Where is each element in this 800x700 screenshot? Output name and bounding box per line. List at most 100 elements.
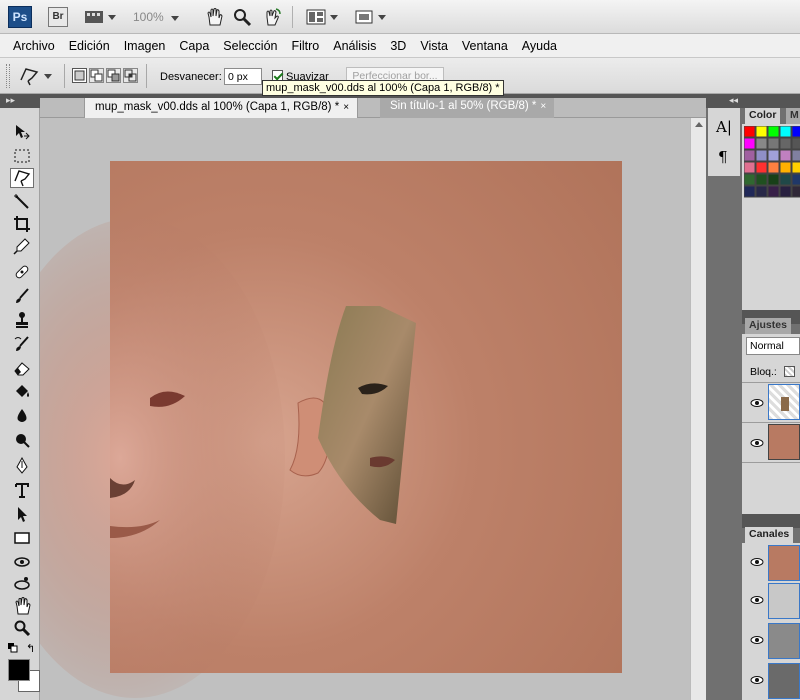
- menu-vista[interactable]: Vista: [413, 39, 455, 53]
- history-brush-tool[interactable]: [10, 334, 34, 354]
- menu-capa[interactable]: Capa: [172, 39, 216, 53]
- 3d-orbit-tool[interactable]: [10, 574, 34, 594]
- zoom-tool[interactable]: [10, 618, 34, 638]
- rotate-view-button[interactable]: [262, 6, 282, 28]
- channel-thumbnail-red[interactable]: [768, 583, 800, 619]
- right-panels: Color M Ajustes Normal Bloq.: Canales: [742, 94, 800, 700]
- blend-mode-select[interactable]: Normal: [746, 337, 800, 355]
- strip-header[interactable]: ◂◂: [706, 94, 742, 108]
- eye-icon[interactable]: [750, 557, 764, 567]
- hand-tool[interactable]: [10, 596, 34, 616]
- eye-icon[interactable]: [750, 438, 764, 448]
- lock-transparency-icon[interactable]: [784, 366, 795, 377]
- swatch-grid[interactable]: [744, 126, 800, 206]
- tab-sin-titulo[interactable]: Sin título-1 al 50% (RGB/8) * ×: [380, 96, 555, 118]
- menu-edicion[interactable]: Edición: [62, 39, 117, 53]
- tab-canales[interactable]: Canales: [745, 527, 794, 543]
- layer-thumbnail-fondo[interactable]: [768, 424, 800, 460]
- channel-thumbnail-green[interactable]: [768, 623, 800, 659]
- chevron-down-icon: [108, 14, 116, 20]
- eye-icon[interactable]: [750, 595, 764, 605]
- photoshop-logo: Ps: [8, 6, 32, 28]
- menu-imagen[interactable]: Imagen: [117, 39, 173, 53]
- close-icon[interactable]: ×: [540, 101, 546, 112]
- crop-tool[interactable]: [10, 214, 34, 234]
- menu-ayuda[interactable]: Ayuda: [515, 39, 564, 53]
- clone-stamp-tool[interactable]: [10, 310, 34, 330]
- 3d-rotate-tool[interactable]: [10, 552, 34, 572]
- new-selection-icon[interactable]: [72, 68, 87, 83]
- menu-analisis[interactable]: Análisis: [326, 39, 383, 53]
- toolbox-header[interactable]: ▸▸: [0, 94, 40, 108]
- polygonal-lasso-tool[interactable]: [10, 168, 34, 188]
- polygonal-lasso-icon: [20, 68, 39, 86]
- brush-tool[interactable]: [10, 286, 34, 306]
- character-panel-icon[interactable]: A|: [716, 118, 732, 136]
- shape-tool[interactable]: [10, 528, 34, 548]
- grip-handle[interactable]: [6, 64, 10, 88]
- swap-colors-icon[interactable]: ↰: [26, 642, 35, 655]
- bridge-button[interactable]: Br: [48, 7, 68, 27]
- menu-seleccion[interactable]: Selección: [216, 39, 284, 53]
- eyedropper-tool[interactable]: [10, 236, 34, 256]
- close-icon[interactable]: ×: [343, 102, 349, 113]
- foreground-color-swatch[interactable]: [8, 659, 30, 681]
- zoom-tool-button[interactable]: [232, 6, 252, 28]
- channel-thumbnail-rgb[interactable]: [768, 545, 800, 581]
- toolbox: ↰: [0, 108, 40, 700]
- magnifier-icon: [14, 620, 31, 637]
- layer-thumbnail-capa1[interactable]: [768, 384, 800, 420]
- canvas-area[interactable]: [40, 118, 690, 700]
- paint-bucket-tool[interactable]: [10, 382, 34, 402]
- eye-icon[interactable]: [750, 675, 764, 685]
- divider: [742, 382, 800, 383]
- add-selection-icon[interactable]: [89, 68, 104, 83]
- path-selection-tool[interactable]: [10, 504, 34, 524]
- vertical-scrollbar[interactable]: [690, 118, 706, 700]
- document-canvas[interactable]: [40, 118, 690, 700]
- tab-ajustes[interactable]: Ajustes: [745, 318, 791, 334]
- intersect-selection-icon[interactable]: [123, 68, 138, 83]
- dodge-icon: [16, 434, 30, 448]
- healing-brush-tool[interactable]: [10, 262, 34, 282]
- divider: [742, 462, 800, 463]
- magnifier-icon: [234, 9, 252, 27]
- default-colors-icon[interactable]: [8, 642, 18, 656]
- channels-panel: [742, 543, 800, 700]
- scroll-up-icon[interactable]: [695, 122, 703, 127]
- menu-ventana[interactable]: Ventana: [455, 39, 515, 53]
- dodge-tool[interactable]: [10, 430, 34, 450]
- zoom-level[interactable]: 100%: [133, 10, 180, 24]
- arrange-documents-button[interactable]: [306, 6, 338, 28]
- panel-header: [742, 514, 800, 528]
- eye-icon[interactable]: [750, 398, 764, 408]
- hand-tool-button[interactable]: [204, 6, 224, 28]
- 3d-rotate-icon: [14, 557, 30, 567]
- tab-color[interactable]: Color: [745, 108, 781, 124]
- rotate-hand-icon: [266, 8, 281, 26]
- bandage-icon: [15, 265, 29, 279]
- stamp-icon: [16, 312, 28, 328]
- tab-muestras[interactable]: M: [786, 108, 800, 124]
- menu-archivo[interactable]: Archivo: [6, 39, 62, 53]
- tool-preset-picker[interactable]: [18, 66, 52, 86]
- eraser-tool[interactable]: [10, 358, 34, 378]
- view-extras-button[interactable]: [84, 6, 116, 28]
- magic-wand-tool[interactable]: [10, 192, 34, 212]
- subtract-selection-icon[interactable]: [106, 68, 121, 83]
- pen-tool[interactable]: [10, 456, 34, 476]
- marquee-tool[interactable]: [10, 146, 34, 166]
- feather-input[interactable]: [224, 68, 262, 85]
- move-tool[interactable]: [10, 122, 34, 142]
- selection-mode-group: [72, 68, 138, 83]
- menu-filtro[interactable]: Filtro: [284, 39, 326, 53]
- type-tool[interactable]: [10, 480, 34, 500]
- eye-icon[interactable]: [750, 635, 764, 645]
- blur-tool[interactable]: [10, 406, 34, 426]
- screen-mode-button[interactable]: [354, 6, 386, 28]
- channel-thumbnail-blue[interactable]: [768, 663, 800, 699]
- tab-mup-mask[interactable]: mup_mask_v00.dds al 100% (Capa 1, RGB/8)…: [84, 96, 359, 118]
- menu-3d[interactable]: 3D: [383, 39, 413, 53]
- paragraph-panel-icon[interactable]: ¶: [718, 148, 728, 166]
- layout-icon: [306, 9, 326, 25]
